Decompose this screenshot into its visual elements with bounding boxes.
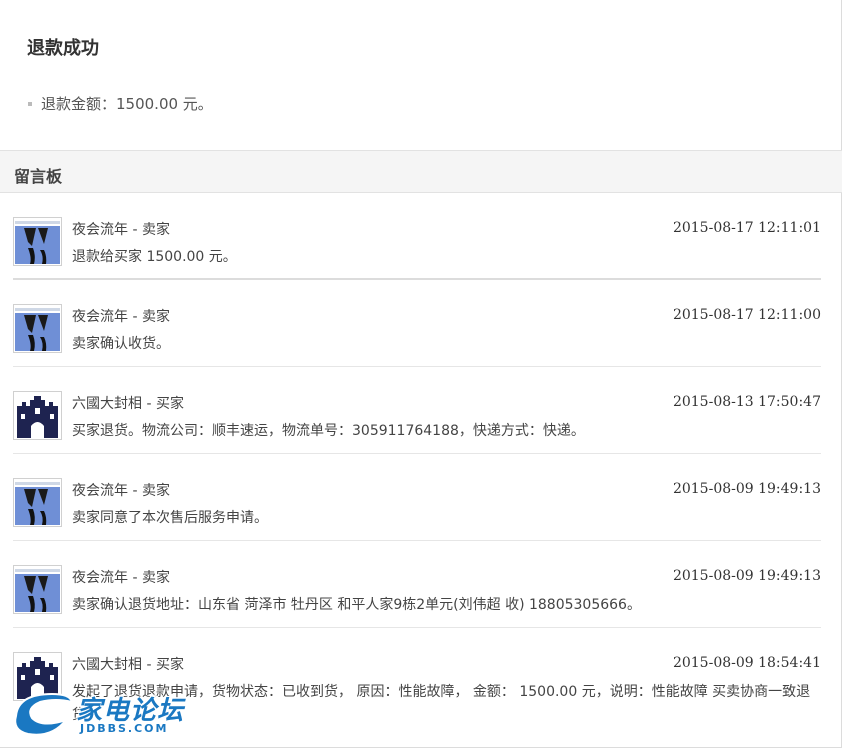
message-text: 退款给买家 1500.00 元。 <box>72 249 237 265</box>
message-timestamp: 2015-08-17 12:11:01 <box>672 220 821 236</box>
watermark-logo-subtext: JDBBS.COM <box>80 722 169 735</box>
refund-status-title: 退款成功 <box>27 38 99 59</box>
message-item: 夜会流年 - 卖家 2015-08-17 12:11:01 退款给买家 1500… <box>13 193 821 280</box>
watermark-swirl-icon <box>14 692 74 736</box>
message-item: 六國大封相 - 买家 2015-08-13 17:50:47 买家退货。物流公司… <box>13 367 821 454</box>
message-author: 六國大封相 - 买家 <box>72 396 184 412</box>
message-item: 夜会流年 - 卖家 2015-08-09 19:49:13 卖家确认退货地址：山… <box>13 541 821 628</box>
message-author: 夜会流年 - 卖家 <box>72 309 170 325</box>
message-author: 夜会流年 - 卖家 <box>72 222 170 238</box>
refund-amount-text: 退款金额：1500.00 元。 <box>41 95 213 113</box>
message-author: 夜会流年 - 卖家 <box>72 570 170 586</box>
seller-avatar[interactable] <box>13 304 62 353</box>
message-timestamp: 2015-08-09 19:49:13 <box>672 568 821 584</box>
refund-amount-line: 退款金额：1500.00 元。 <box>28 93 213 114</box>
message-text: 卖家确认退货地址：山东省 菏泽市 牡丹区 和平人家9栋2单元(刘伟超 收) 18… <box>72 597 641 613</box>
message-author: 夜会流年 - 卖家 <box>72 483 170 499</box>
bullet-icon <box>28 101 32 106</box>
message-text: 卖家同意了本次售后服务申请。 <box>72 510 268 526</box>
message-item: 夜会流年 - 卖家 2015-08-17 12:11:00 卖家确认收货。 <box>13 280 821 367</box>
message-board-header: 留言板 <box>0 150 842 193</box>
message-text: 卖家确认收货。 <box>72 336 170 352</box>
message-board-title: 留言板 <box>14 167 63 186</box>
message-text: 买家退货。物流公司：顺丰速运，物流单号：305911764188，快递方式：快递… <box>72 423 585 439</box>
seller-avatar[interactable] <box>13 478 62 527</box>
message-timestamp: 2015-08-17 12:11:00 <box>672 307 821 323</box>
seller-avatar[interactable] <box>13 565 62 614</box>
seller-avatar[interactable] <box>13 217 62 266</box>
refund-status-panel: 退款成功 退款金额：1500.00 元。 <box>0 0 842 150</box>
message-list: 夜会流年 - 卖家 2015-08-17 12:11:01 退款给买家 1500… <box>13 193 821 723</box>
message-timestamp: 2015-08-09 18:54:41 <box>672 655 821 671</box>
message-timestamp: 2015-08-13 17:50:47 <box>672 394 821 410</box>
message-author: 六國大封相 - 买家 <box>72 657 184 673</box>
buyer-avatar[interactable] <box>13 391 62 440</box>
site-watermark-logo: 家电论坛 JDBBS.COM <box>8 686 208 742</box>
message-timestamp: 2015-08-09 19:49:13 <box>672 481 821 497</box>
message-item: 夜会流年 - 卖家 2015-08-09 19:49:13 卖家同意了本次售后服… <box>13 454 821 541</box>
